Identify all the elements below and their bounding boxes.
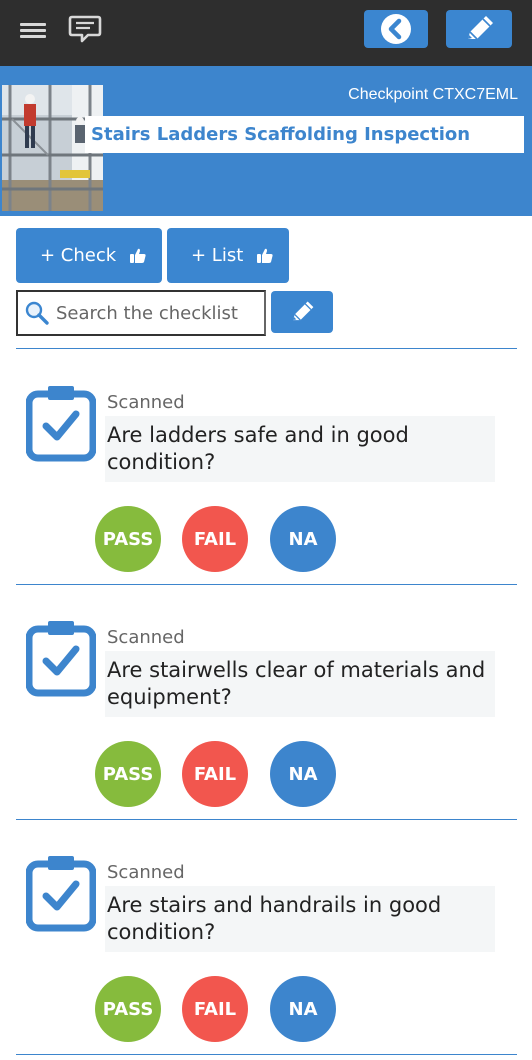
search-input[interactable] — [56, 298, 246, 328]
checklist-item: Scanned Are stairs and handrails in good… — [0, 840, 532, 1060]
item-question: Are ladders safe and in good condition? — [105, 416, 495, 482]
magnifier-icon — [25, 301, 49, 325]
divider — [16, 819, 517, 820]
na-button[interactable]: NA — [270, 741, 336, 807]
edit-button[interactable] — [446, 10, 512, 48]
fail-button[interactable]: FAIL — [182, 741, 248, 807]
item-status: Scanned — [107, 392, 185, 413]
na-button[interactable]: NA — [270, 506, 336, 572]
search-box — [16, 290, 266, 336]
clipboard-check-icon — [26, 621, 96, 697]
pass-button[interactable]: PASS — [95, 506, 161, 572]
thumbs-up-icon — [130, 248, 146, 263]
checklist-item: Scanned Are ladders safe and in good con… — [0, 370, 532, 606]
add-list-label: + List — [191, 245, 244, 266]
back-button[interactable] — [364, 10, 428, 48]
item-status: Scanned — [107, 862, 185, 883]
pass-button[interactable]: PASS — [95, 976, 161, 1042]
top-bar — [0, 0, 532, 66]
divider — [16, 584, 517, 585]
page-title: Stairs Ladders Scaffolding Inspection — [91, 124, 471, 145]
divider — [16, 1054, 517, 1055]
checklist-header: Checkpoint CTXC7EML Stairs Ladders Scaff… — [0, 66, 532, 216]
pencil-icon — [468, 16, 493, 40]
item-question: Are stairs and handrails in good conditi… — [105, 886, 495, 952]
item-question: Are stairwells clear of materials and eq… — [105, 651, 495, 717]
clipboard-check-icon — [26, 856, 96, 932]
thumbs-up-icon — [257, 248, 273, 263]
add-check-label: + Check — [40, 245, 117, 266]
add-check-button[interactable]: + Check — [16, 228, 162, 283]
page-title-box: Stairs Ladders Scaffolding Inspection — [85, 116, 524, 153]
item-status: Scanned — [107, 627, 185, 648]
hamburger-menu-icon[interactable] — [20, 20, 46, 40]
checkpoint-id: Checkpoint CTXC7EML — [348, 86, 518, 103]
divider — [16, 348, 517, 349]
speech-bubble-icon[interactable] — [68, 14, 102, 44]
na-button[interactable]: NA — [270, 976, 336, 1042]
checklist-item: Scanned Are stairwells clear of material… — [0, 605, 532, 841]
search-edit-button[interactable] — [271, 291, 333, 333]
pass-button[interactable]: PASS — [95, 741, 161, 807]
clipboard-check-icon — [26, 386, 96, 462]
add-list-button[interactable]: + List — [167, 228, 289, 283]
pencil-icon — [293, 301, 314, 321]
chevron-left-circle-icon — [381, 14, 411, 44]
fail-button[interactable]: FAIL — [182, 506, 248, 572]
fail-button[interactable]: FAIL — [182, 976, 248, 1042]
